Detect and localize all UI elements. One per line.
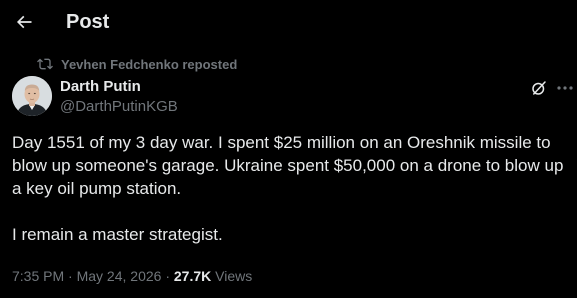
views-label: Views (211, 268, 253, 284)
more-options-button[interactable] (555, 80, 575, 96)
author-handle[interactable]: @DarthPutinKGB (60, 98, 178, 116)
arrow-left-icon (16, 15, 32, 29)
reposter-link[interactable]: Yevhen Fedchenko reposted (61, 57, 237, 72)
tweet-paragraph: I remain a master strategist. (12, 225, 223, 244)
more-icon (557, 86, 573, 90)
top-bar: Post (0, 0, 577, 44)
page-title: Post (66, 11, 110, 33)
grok-icon (532, 81, 546, 95)
grok-button[interactable] (529, 78, 549, 98)
tweet-text: Day 1551 of my 3 day war. I spent $25 mi… (12, 131, 567, 246)
meta-separator: · (64, 268, 77, 284)
avatar[interactable] (12, 76, 52, 116)
repost-icon (37, 58, 53, 70)
tweet-paragraph: Day 1551 of my 3 day war. I spent $25 mi… (12, 133, 564, 198)
views-count: 27.7K (173, 268, 212, 284)
repost-indicator: Yevhen Fedchenko reposted (37, 56, 237, 72)
tweet-time: 7:35 PM (12, 268, 65, 284)
tweet-date: May 24, 2026 (76, 268, 162, 284)
back-button[interactable] (10, 8, 38, 36)
profile-photo (12, 76, 52, 116)
meta-separator: · (161, 268, 174, 284)
tweet-meta: 7:35 PM · May 24, 2026 · 27.7K Views (12, 267, 252, 285)
author-name[interactable]: Darth Putin (60, 78, 141, 96)
timestamp-link[interactable]: 7:35 PM · May 24, 2026 (12, 268, 161, 284)
views-link[interactable]: 27.7K Views (174, 268, 252, 284)
